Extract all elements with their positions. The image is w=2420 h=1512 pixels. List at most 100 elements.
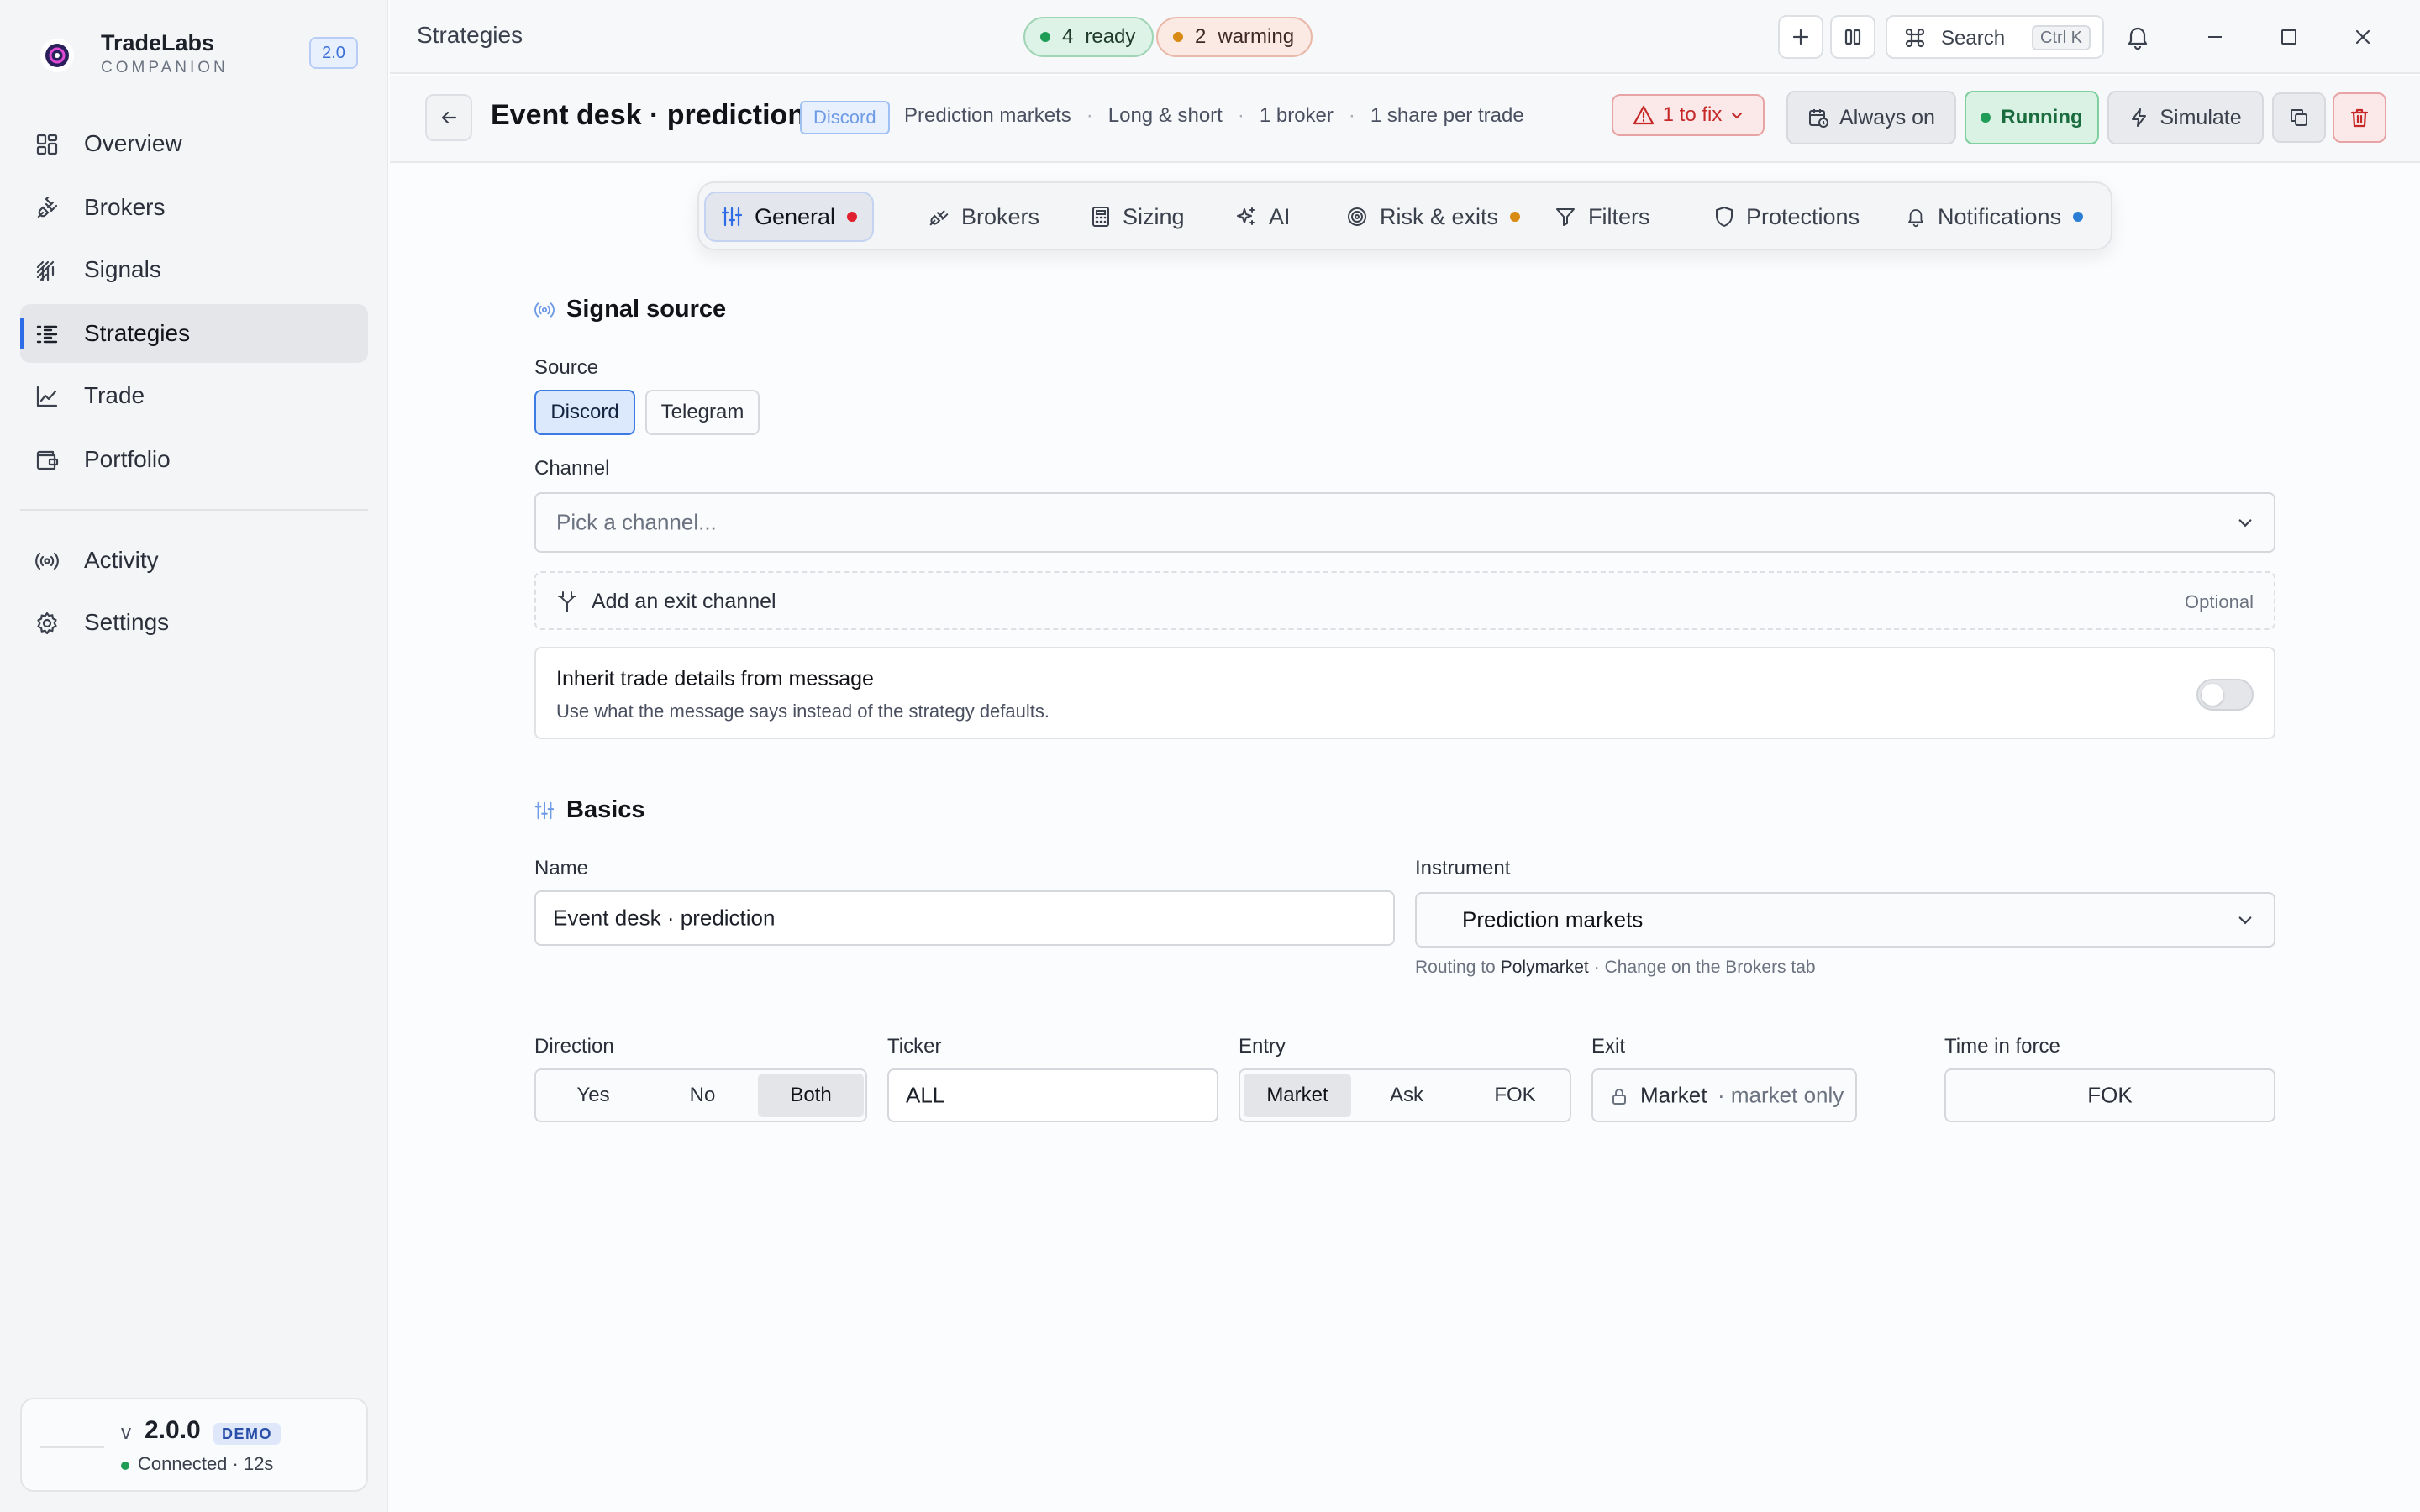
- schedule-button[interactable]: Always on: [1786, 91, 1956, 144]
- sliders-icon: [721, 207, 743, 227]
- minimize-button[interactable]: [2196, 18, 2233, 55]
- warming-dot: [1173, 32, 1183, 42]
- columns-button[interactable]: [1830, 15, 1876, 59]
- chevron-down-icon: [1732, 113, 1743, 119]
- tab-label: Filters: [1588, 203, 1650, 229]
- entry-option-fok[interactable]: FOK: [1462, 1074, 1568, 1117]
- app-version-badge: 2.0: [309, 37, 358, 69]
- direction-option-both[interactable]: Both: [758, 1074, 864, 1117]
- exit-note: · market only: [1718, 1082, 1844, 1108]
- tab-ai[interactable]: AI: [1220, 192, 1306, 242]
- source-option-discord[interactable]: Discord: [534, 390, 635, 435]
- tab-risk-exits[interactable]: Risk & exits: [1331, 192, 1535, 242]
- bell-icon: [1908, 209, 1923, 228]
- minimize-icon: [2208, 36, 2222, 38]
- name-input[interactable]: Event desk · prediction: [534, 890, 1395, 946]
- sidebar-item-strategies[interactable]: Strategies: [20, 304, 368, 363]
- app-logo-icon: [40, 39, 74, 72]
- lightning-icon: [2132, 108, 2147, 127]
- sidebar-item-overview[interactable]: Overview: [20, 114, 368, 173]
- app-name: TradeLabs: [101, 30, 215, 55]
- sidebar-item-label: Signals: [84, 256, 161, 282]
- tab-filters[interactable]: Filters: [1539, 192, 1665, 242]
- issues-dropdown[interactable]: 1 to fix: [1612, 94, 1765, 136]
- search-button[interactable]: Search Ctrl K: [1886, 15, 2104, 59]
- direction-segmented-control: Yes No Both: [534, 1068, 867, 1122]
- tab-notifications[interactable]: Notifications: [1891, 192, 2098, 242]
- add-button[interactable]: [1778, 15, 1823, 59]
- channel-select[interactable]: Pick a channel...: [534, 492, 2275, 553]
- maximize-button[interactable]: [2270, 18, 2307, 55]
- tab-brokers[interactable]: Brokers: [913, 192, 1055, 242]
- tab-protections[interactable]: Protections: [1699, 192, 1875, 242]
- back-button[interactable]: [425, 94, 472, 141]
- time-in-force-field[interactable]: FOK: [1944, 1068, 2275, 1122]
- chevron-down-icon: [2238, 916, 2252, 925]
- running-dot: [1981, 113, 1991, 123]
- delete-button[interactable]: [2333, 92, 2386, 143]
- search-shortcut: Ctrl K: [2032, 25, 2091, 50]
- columns-icon: [1844, 29, 1861, 45]
- simulate-button[interactable]: Simulate: [2107, 91, 2264, 144]
- instrument-select[interactable]: Prediction markets: [1415, 892, 2275, 948]
- ticker-label: Ticker: [887, 1035, 942, 1058]
- arrow-left-icon: [441, 111, 457, 124]
- list-icon: [36, 325, 58, 344]
- ready-dot: [1040, 32, 1050, 42]
- instrument-label: Instrument: [1415, 857, 1511, 879]
- tab-label: Protections: [1746, 203, 1860, 229]
- source-option-telegram[interactable]: Telegram: [645, 390, 760, 435]
- duplicate-button[interactable]: [2272, 92, 2326, 143]
- issues-label: 1 to fix: [1662, 103, 1723, 126]
- version-card: v 2.0.0 DEMO Connected · 12s: [20, 1398, 368, 1492]
- ready-status-pill[interactable]: 4 ready: [1023, 17, 1155, 57]
- exit-label: Exit: [1591, 1035, 1626, 1058]
- broadcast-icon: [35, 552, 59, 570]
- copy-icon: [2291, 109, 2307, 126]
- bell-icon: [2128, 27, 2148, 50]
- warming-count: 2: [1195, 25, 1207, 48]
- notifications-button[interactable]: [2119, 18, 2156, 55]
- page-title: Strategies: [417, 22, 523, 48]
- ticker-input[interactable]: ALL: [887, 1068, 1218, 1122]
- sidebar-item-portfolio[interactable]: Portfolio: [20, 430, 368, 489]
- sidebar-item-signals[interactable]: Signals: [20, 240, 368, 299]
- warming-status-pill[interactable]: 2 warming: [1156, 17, 1313, 57]
- plus-icon: [1792, 29, 1809, 45]
- direction-option-yes[interactable]: Yes: [539, 1074, 647, 1117]
- sidebar-item-label: Strategies: [84, 320, 191, 346]
- sidebar-item-brokers[interactable]: Brokers: [20, 178, 368, 237]
- sidebar-item-activity[interactable]: Activity: [20, 531, 368, 590]
- strategy-meta: Prediction markets · Long & short · 1 br…: [904, 104, 1524, 128]
- tab-general[interactable]: General: [704, 192, 875, 242]
- sparkles-icon: [1237, 207, 1255, 225]
- sidebar-item-trade[interactable]: Trade: [20, 366, 368, 425]
- filter-icon: [1556, 208, 1575, 226]
- close-button[interactable]: [2344, 18, 2381, 55]
- sidebar-item-label: Trade: [84, 382, 145, 408]
- sliders-icon: [534, 801, 555, 819]
- basics-section-header: Basics: [534, 796, 645, 824]
- broadcast-icon: [534, 302, 555, 318]
- signal-icon: [36, 260, 55, 281]
- add-exit-channel-label: Add an exit channel: [592, 590, 776, 613]
- active-nav-indicator: [20, 318, 24, 349]
- section-title: Signal source: [566, 296, 727, 323]
- entry-option-market[interactable]: Market: [1244, 1074, 1351, 1117]
- tab-warning-dot: [1510, 212, 1521, 222]
- tab-info-dot: [2073, 212, 2084, 222]
- time-in-force-value: FOK: [2087, 1082, 2133, 1108]
- sidebar-item-settings[interactable]: Settings: [20, 593, 368, 652]
- lock-icon: [1612, 1089, 1626, 1105]
- add-exit-channel-button[interactable]: Add an exit channel Optional: [534, 571, 2275, 630]
- channel-label: Channel: [534, 457, 610, 480]
- entry-segmented-control: Market Ask FOK: [1239, 1068, 1571, 1122]
- direction-option-no[interactable]: No: [649, 1074, 756, 1117]
- inherit-toggle[interactable]: [2196, 679, 2254, 711]
- running-status-button[interactable]: Running: [1965, 91, 2099, 144]
- tab-sizing[interactable]: Sizing: [1076, 192, 1200, 242]
- entry-option-ask[interactable]: Ask: [1353, 1074, 1460, 1117]
- routing-broker: Polymarket: [1500, 958, 1589, 977]
- settings-tabs: General Brokers Sizing AI Risk & exits F…: [697, 181, 2112, 250]
- calendar-clock-icon: [1809, 109, 1829, 128]
